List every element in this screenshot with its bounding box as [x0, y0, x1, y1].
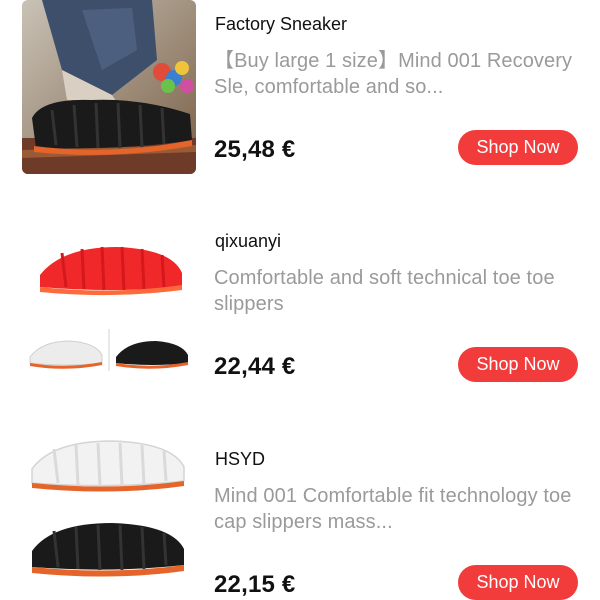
product-price: 22,44 € — [214, 353, 296, 380]
slipper-on-foot-photo — [22, 0, 196, 174]
product-price: 22,15 € — [214, 571, 296, 598]
product-card[interactable]: Factory Sneaker 【Buy large 1 size】Mind 0… — [0, 0, 600, 195]
product-title[interactable]: Comfortable and soft technical toe toe s… — [214, 265, 586, 317]
product-title[interactable]: 【Buy large 1 size】Mind 001 Recovery Sle,… — [214, 48, 586, 100]
product-card[interactable]: qixuanyi Comfortable and soft technical … — [0, 217, 600, 412]
shop-now-button[interactable]: Shop Now — [458, 347, 578, 382]
red-slipper-photo — [22, 217, 196, 391]
product-card[interactable]: HSYD Mind 001 Comfortable fit technology… — [0, 419, 600, 600]
shop-name: Factory Sneaker — [215, 14, 348, 34]
product-title[interactable]: Mind 001 Comfortable fit technology toe … — [214, 483, 586, 535]
shop-name: qixuanyi — [215, 231, 282, 251]
product-image[interactable] — [22, 419, 196, 593]
white-black-slippers-photo — [22, 419, 196, 593]
shop-now-button[interactable]: Shop Now — [458, 565, 578, 600]
product-image[interactable] — [22, 0, 196, 174]
product-list: Factory Sneaker 【Buy large 1 size】Mind 0… — [0, 0, 600, 600]
product-image[interactable] — [22, 217, 196, 391]
shop-now-button[interactable]: Shop Now — [458, 130, 578, 165]
product-price: 25,48 € — [214, 136, 296, 163]
shop-name: HSYD — [215, 449, 266, 469]
